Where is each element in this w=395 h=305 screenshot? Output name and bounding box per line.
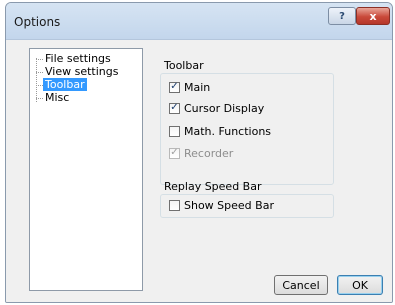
tree-item-toolbar[interactable]: Toolbar — [36, 78, 87, 91]
main-checkbox[interactable]: ✓ — [169, 81, 180, 93]
close-icon: x — [369, 9, 377, 23]
cursor-display-option[interactable]: ✓ Cursor Display — [169, 101, 264, 115]
math-functions-option[interactable]: Math. Functions — [169, 124, 271, 138]
check-icon: ✓ — [170, 81, 179, 92]
tree-item-label: View settings — [45, 65, 119, 78]
cancel-button[interactable]: Cancel — [274, 275, 328, 295]
show-speed-bar-option[interactable]: Show Speed Bar — [169, 198, 274, 212]
ok-button[interactable]: OK — [337, 275, 383, 295]
main-option[interactable]: ✓ Main — [169, 80, 210, 94]
math-functions-checkbox[interactable] — [169, 125, 180, 137]
cursor-display-checkbox[interactable]: ✓ — [169, 102, 180, 114]
close-button[interactable]: x — [356, 7, 390, 25]
math-functions-label: Math. Functions — [184, 124, 272, 138]
toolbar-group-title: Toolbar — [164, 59, 204, 72]
tree-item-misc[interactable]: Misc — [36, 91, 71, 104]
options-dialog: Options ? x File settings View settings … — [5, 2, 393, 303]
replay-group-title: Replay Speed Bar — [164, 180, 262, 193]
help-button[interactable]: ? — [328, 7, 356, 25]
recorder-checkbox: ✓ — [169, 147, 180, 159]
tree-item-view-settings[interactable]: View settings — [36, 65, 120, 78]
cancel-label: Cancel — [282, 278, 320, 292]
recorder-label: Recorder — [184, 146, 234, 160]
check-icon: ✓ — [170, 102, 179, 113]
tree-connector — [36, 84, 43, 86]
title-bar[interactable]: Options ? x — [6, 3, 392, 40]
settings-tree[interactable]: File settings View settings Toolbar Misc — [29, 48, 143, 291]
show-speed-bar-checkbox[interactable] — [169, 199, 180, 211]
tree-item-file-settings[interactable]: File settings — [36, 52, 113, 65]
ok-label: OK — [352, 278, 368, 292]
tree-item-label: Misc — [45, 91, 70, 104]
tree-connector — [36, 58, 43, 60]
check-icon: ✓ — [170, 147, 179, 158]
tree-item-label: File settings — [45, 52, 111, 65]
recorder-option: ✓ Recorder — [169, 146, 233, 160]
main-label: Main — [184, 80, 211, 94]
help-icon: ? — [339, 10, 345, 22]
tree-connector — [36, 97, 43, 99]
show-speed-bar-label: Show Speed Bar — [184, 198, 274, 212]
dialog-title: Options — [14, 15, 61, 29]
cursor-display-label: Cursor Display — [184, 101, 265, 115]
tree-connector — [36, 71, 43, 73]
tree-item-label: Toolbar — [43, 78, 87, 91]
dialog-body: File settings View settings Toolbar Misc… — [6, 40, 392, 302]
